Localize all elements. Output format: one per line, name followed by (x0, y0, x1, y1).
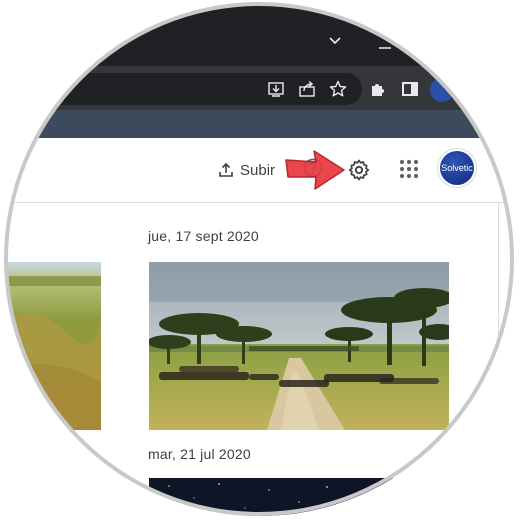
share-icon[interactable] (297, 79, 317, 99)
upload-icon (219, 162, 233, 177)
photo-thumbnail[interactable] (149, 262, 449, 430)
zoomed-screenshot: Subir Solvetic jue, 17 sept 2020 mar, 21… (6, 4, 514, 516)
extensions-icon[interactable] (368, 79, 388, 99)
content-divider (498, 202, 499, 516)
avatar-text: Solvetic (441, 163, 473, 173)
section-date: jue, 17 sept 2020 (148, 228, 259, 244)
chevron-down-icon[interactable] (328, 34, 342, 48)
profile-icon[interactable] (430, 78, 454, 102)
photo-thumbnail[interactable] (6, 262, 101, 430)
install-icon[interactable] (266, 79, 286, 99)
star-icon[interactable] (328, 79, 348, 99)
photo-thumbnail[interactable] (149, 478, 449, 516)
settings-icon[interactable] (347, 158, 371, 182)
section-date: mar, 21 jul 2020 (148, 446, 251, 462)
side-panel-icon[interactable] (400, 79, 420, 99)
apps-grid-icon[interactable] (398, 158, 420, 180)
browser-titlebar (6, 4, 514, 66)
minimize-icon[interactable] (378, 38, 392, 52)
annotation-arrow (285, 150, 345, 190)
bookmarks-bar (6, 110, 514, 138)
upload-label: Subir (240, 161, 276, 179)
account-avatar[interactable]: Solvetic (440, 151, 474, 185)
upload-button[interactable]: Subir (218, 154, 275, 186)
